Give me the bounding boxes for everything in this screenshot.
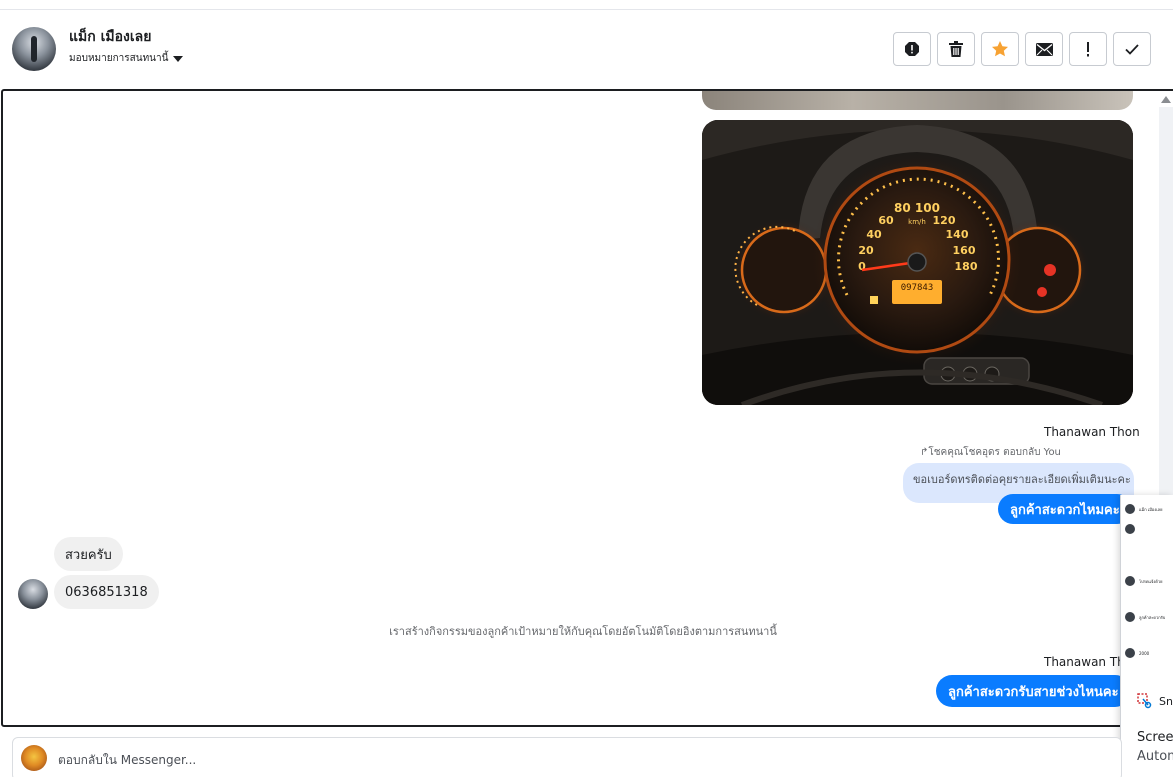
dial-label-120: 120 [933, 214, 956, 227]
message-thread[interactable]: 80 100 60 km/h 120 40 140 20 160 0 180 0… [1, 89, 1173, 727]
snipping-tool-icon [1137, 693, 1152, 709]
outgoing-message[interactable]: ลูกค้าสะดวกไหมคะ [998, 494, 1132, 524]
dial-label-160: 160 [953, 244, 976, 257]
reply-composer [12, 737, 1122, 777]
notification-title: Screen [1137, 730, 1173, 745]
snipping-tool-popup[interactable]: แม็ก เมืองเลย โปรดแจ้งด้วย ลูกค้าสะดวกรั… [1120, 495, 1173, 777]
star-button[interactable] [981, 32, 1019, 66]
avatar-dot-icon [1125, 612, 1135, 622]
dial-label-180: 180 [955, 260, 978, 273]
contact-avatar-small[interactable] [18, 579, 48, 609]
dial-label-40: 40 [866, 228, 882, 241]
mark-done-button[interactable] [1113, 32, 1151, 66]
avatar-dot-icon [1125, 504, 1135, 514]
star-icon [992, 41, 1008, 57]
overlay-row-label: แม็ก เมืองเลย [1139, 506, 1163, 512]
overlay-row: 2000 [1125, 648, 1149, 658]
reply-context-label: โชคคุณโชคอุดร ตอบกลับ You [928, 447, 1061, 458]
dial-label-60: 60 [878, 214, 894, 227]
scroll-up-arrow-icon[interactable] [1161, 96, 1171, 103]
messenger-reply-input[interactable] [58, 751, 1058, 769]
incoming-message-phone[interactable]: 0636851318 [54, 575, 159, 609]
dial-label-80-100: 80 100 [894, 201, 940, 215]
contact-avatar[interactable] [12, 27, 56, 71]
sender-name: Thanawan Thon [1044, 425, 1140, 439]
overlay-row [1125, 524, 1139, 534]
overlay-row-label: โปรดแจ้งด้วย [1139, 578, 1163, 584]
snip-app-label: Sn [1137, 693, 1173, 709]
conversation-header: แม็ก เมืองเลย มอบหมายการสนทนานี้ [0, 10, 1173, 89]
outgoing-message[interactable]: ลูกค้าสะดวกรับสายช่วงไหนคะ [936, 675, 1131, 707]
odometer-readout: 097843 [901, 283, 934, 293]
avatar-dot-icon [1125, 524, 1135, 534]
mark-important-button[interactable] [1069, 32, 1107, 66]
report-button[interactable] [893, 32, 931, 66]
delete-button[interactable] [937, 32, 975, 66]
mail-button[interactable] [1025, 32, 1063, 66]
overlay-row: ลูกค้าสะดวกรับ [1125, 612, 1165, 622]
assign-label: มอบหมายการสนทนานี้ [69, 53, 169, 64]
check-icon [1125, 43, 1139, 55]
avatar-dot-icon [1125, 648, 1135, 658]
reply-context: ↱โชคคุณโชคอุดร ตอบกลับ You [920, 447, 1061, 458]
report-icon [905, 42, 919, 56]
mail-icon [1035, 42, 1053, 56]
contact-name[interactable]: แม็ก เมืองเลย [69, 26, 151, 48]
incoming-message[interactable]: สวยครับ [54, 537, 123, 571]
dial-label-unit: km/h [908, 218, 926, 226]
page-avatar [21, 745, 47, 771]
header-toolbar [893, 32, 1151, 66]
caret-down-icon [173, 55, 184, 62]
overlay-row-label: 2000 [1139, 650, 1150, 656]
notification-body: Autom [1137, 749, 1173, 764]
speedometer-photo-attachment[interactable]: 80 100 60 km/h 120 40 140 20 160 0 180 0… [702, 120, 1133, 405]
messenger-conversation-view: แม็ก เมืองเลย มอบหมายการสนทนานี้ 80 100 … [0, 0, 1173, 777]
exclamation-icon [1087, 41, 1089, 56]
avatar-dot-icon [1125, 576, 1135, 586]
system-message: เราสร้างกิจกรรมของลูกค้าเป้าหมายให้กับคุ… [389, 625, 777, 638]
dial-label-20: 20 [858, 244, 874, 257]
previous-photo-attachment[interactable] [702, 91, 1133, 110]
assign-conversation-dropdown[interactable]: มอบหมายการสนทนานี้ [69, 51, 184, 66]
trash-icon [949, 41, 963, 57]
snip-app-name: Sn [1159, 694, 1173, 708]
overlay-row-label: ลูกค้าสะดวกรับ [1139, 614, 1166, 620]
overlay-row: แม็ก เมืองเลย [1125, 504, 1162, 514]
speedometer-photo: 80 100 60 km/h 120 40 140 20 160 0 180 0… [702, 120, 1133, 405]
overlay-row: โปรดแจ้งด้วย [1125, 576, 1163, 586]
dial-label-140: 140 [946, 228, 969, 241]
